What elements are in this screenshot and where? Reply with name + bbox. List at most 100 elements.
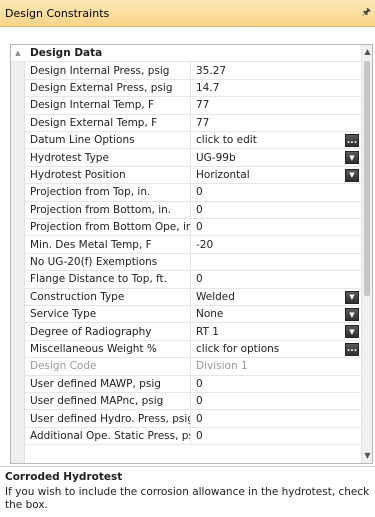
property-name: Hydrotest Position [25,166,191,184]
property-row[interactable]: User defined MAWP, psig 0 [25,375,361,393]
category-label: Design Data [30,47,103,60]
property-name: Projection from Bottom Ope, in. [25,219,191,236]
property-name: User defined MAWP, psig [25,375,191,392]
property-row[interactable]: Design Code Division 1 [25,358,361,376]
property-value[interactable] [191,254,361,270]
property-row[interactable]: Service Type None ▼ [25,306,361,324]
property-value-text: 0 [196,395,203,408]
property-value-text: 0 [196,273,203,286]
property-value[interactable]: 0 [191,393,361,409]
property-value-text: 0 [196,429,203,442]
property-value[interactable]: 0 [191,428,361,444]
property-value-text: None [196,308,224,321]
property-value[interactable]: RT 1 ▼ [191,323,361,339]
scrollbar-thumb[interactable] [364,61,370,296]
property-value[interactable]: 77 [191,115,361,131]
property-name: Min. Des Metal Temp, F [25,236,191,253]
dropdown-arrow-icon[interactable]: ▼ [345,290,359,304]
property-value[interactable]: 35.27 [191,62,361,78]
property-name: Design External Temp, F [25,114,191,131]
property-value[interactable]: 0 [191,376,361,392]
property-value-text: 14.7 [196,81,220,94]
property-row[interactable]: Design Internal Press, psig 35.27 [25,62,361,80]
property-value-text: 0 [196,221,203,234]
property-name: Datum Line Options [25,132,191,149]
property-value[interactable]: click to edit... [191,132,361,148]
dropdown-arrow-icon[interactable]: ▼ [345,168,359,182]
property-row[interactable]: Projection from Top, in. 0 [25,184,361,202]
property-name: Design Code [25,358,191,375]
property-value[interactable]: 0 [191,184,361,200]
property-name: Miscellaneous Weight % [25,340,191,358]
property-value[interactable]: click for options... [191,341,361,357]
property-name: User defined Hydro. Press, psig [25,410,191,427]
property-value[interactable]: None ▼ [191,306,361,322]
property-row[interactable]: Design Internal Temp, F 77 [25,97,361,115]
property-name: Projection from Bottom, in. [25,201,191,218]
property-row[interactable]: Design External Press, psig 14.7 [25,79,361,98]
property-row[interactable]: User defined MAPnc, psig 0 [25,393,361,411]
property-row[interactable]: Datum Line Options click to edit... [25,132,361,150]
property-value-text: click to edit [196,134,257,147]
property-row[interactable]: Flange Distance to Top, ft. 0 [25,271,361,289]
property-name: Construction Type [25,288,191,305]
ellipsis-button[interactable]: ... [345,134,359,147]
property-value-text: 77 [196,99,210,112]
property-name: User defined MAPnc, psig [25,393,191,410]
help-panel: Corroded Hydrotest If you wish to includ… [0,466,375,517]
collapse-icon[interactable]: ▲ [11,49,25,57]
dropdown-arrow-icon[interactable]: ▼ [345,308,359,321]
property-row[interactable]: Degree of Radiography RT 1 ▼ [25,323,361,341]
property-row[interactable]: Hydrotest Type UG-99b ▼ [25,149,361,167]
property-value[interactable]: UG-99b ▼ [191,149,361,165]
panel-title: Design Constraints [5,6,110,20]
property-name: Design External Press, psig [25,79,191,97]
property-name: Hydrotest Type [25,149,191,166]
property-row[interactable]: Additional Ope. Static Press, psig 0 [25,427,361,446]
property-value-text: 0 [196,412,203,425]
property-name: Additional Ope. Static Press, psig [25,427,191,445]
scroll-up-arrow-icon[interactable]: ▲ [362,45,372,59]
property-value-text: 0 [196,203,203,216]
property-name: Design Internal Temp, F [25,97,191,114]
scroll-down-arrow-icon[interactable]: ▼ [362,449,372,463]
pin-icon[interactable]: 🖈 [362,5,371,22]
panel-title-bar[interactable]: Design Constraints 🖈 [0,0,375,27]
property-value[interactable]: Welded ▼ [191,289,361,305]
property-value-text: Welded [196,290,235,303]
property-grid-gutter [11,45,25,463]
property-value-text: Division 1 [196,360,248,373]
property-name: No UG-20(f) Exemptions [25,253,191,271]
property-row[interactable]: Min. Des Metal Temp, F -20 [25,236,361,254]
help-title: Corroded Hydrotest [5,471,123,483]
vertical-scrollbar[interactable]: ▲ ▼ [361,45,372,463]
property-value[interactable]: 0 [191,410,361,426]
property-value: Division 1 [191,358,361,374]
property-value-text: 77 [196,116,210,129]
property-value-text: click for options [196,342,280,355]
property-value-text: -20 [196,238,214,251]
property-row[interactable]: No UG-20(f) Exemptions [25,253,361,272]
category-row-design-data[interactable]: ▲ Design Data [11,45,361,63]
dropdown-arrow-icon[interactable]: ▼ [345,151,359,165]
property-value-text: 35.27 [196,64,227,77]
property-row[interactable]: Hydrotest Position Horizontal ▼ [25,166,361,185]
property-row[interactable]: Projection from Bottom Ope, in. 0 [25,219,361,237]
property-row[interactable]: Design External Temp, F 77 [25,114,361,132]
property-value-text: Horizontal [196,168,250,181]
property-row[interactable]: User defined Hydro. Press, psig 0 [25,410,361,428]
property-value-text: 0 [196,186,203,199]
property-row[interactable]: Construction Type Welded ▼ [25,288,361,306]
property-value[interactable]: 0 [191,271,361,287]
property-value[interactable]: 0 [191,219,361,235]
property-value[interactable]: 77 [191,97,361,113]
property-value[interactable]: -20 [191,236,361,252]
property-row[interactable]: Miscellaneous Weight % click for options.… [25,340,361,359]
property-name: Projection from Top, in. [25,184,191,201]
property-row[interactable]: Projection from Bottom, in. 0 [25,201,361,219]
property-value[interactable]: 0 [191,202,361,218]
ellipsis-button[interactable]: ... [345,342,359,356]
property-value[interactable]: 14.7 [191,80,361,96]
dropdown-arrow-icon[interactable]: ▼ [345,325,359,339]
property-value[interactable]: Horizontal ▼ [191,167,361,183]
